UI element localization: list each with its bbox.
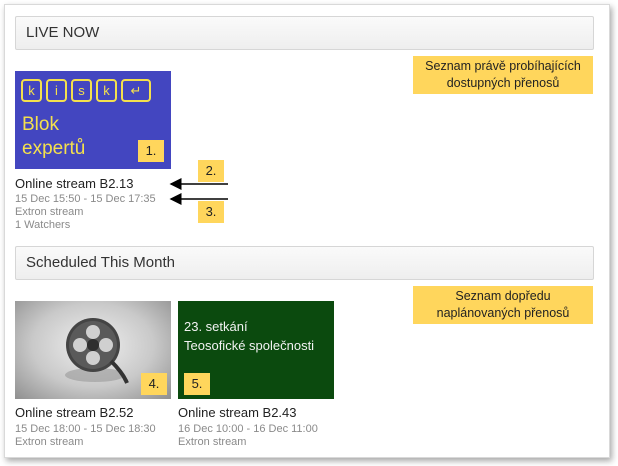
- scheduled-stream-thumbnail[interactable]: 23. setkání Teosofické společnosti 5.: [178, 301, 334, 399]
- scheduled-stream-title[interactable]: Online stream B2.52: [15, 405, 134, 420]
- scheduled-header: Scheduled This Month: [15, 246, 594, 280]
- thumb-caption-line-1: 23. setkání: [184, 319, 248, 334]
- badge-4: 4.: [141, 373, 167, 395]
- scheduled-note: Seznam dopředu naplánovaných přenosů: [413, 286, 593, 324]
- scheduled-stream-source: Extron stream: [15, 436, 84, 448]
- thumb-caption: 23. setkání Teosofické společnosti: [184, 317, 314, 355]
- scheduled-stream-thumbnail[interactable]: 4.: [15, 301, 171, 399]
- scheduled-stream-time: 16 Dec 10:00 - 16 Dec 11:00: [178, 423, 318, 435]
- scheduled-note-line-1: Seznam dopředu: [455, 289, 551, 303]
- scheduled-stream-source: Extron stream: [178, 436, 247, 448]
- scheduled-note-line-2: naplánovaných přenosů: [436, 306, 570, 320]
- scheduled-title: Scheduled This Month: [26, 254, 175, 271]
- scheduled-stream-title[interactable]: Online stream B2.43: [178, 405, 297, 420]
- thumb-caption-line-2: Teosofické společnosti: [184, 338, 315, 353]
- scheduled-stream-time: 15 Dec 18:00 - 15 Dec 18:30: [15, 423, 156, 435]
- badge-5: 5.: [184, 373, 210, 395]
